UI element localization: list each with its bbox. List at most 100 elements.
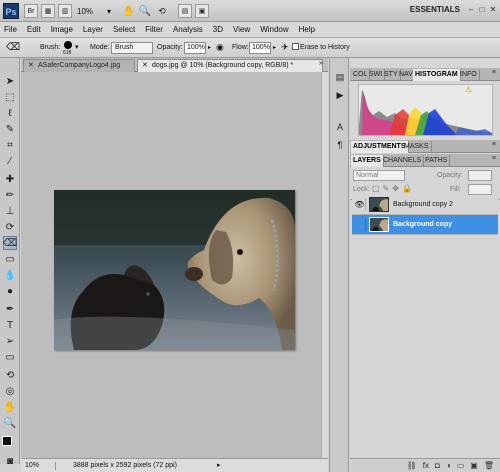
vertical-scrollbar[interactable]: [321, 72, 328, 458]
quick-mask-icon[interactable]: ◙: [3, 454, 17, 468]
type-tool-icon[interactable]: T: [3, 318, 17, 332]
status-zoom[interactable]: 10%: [25, 462, 39, 469]
menu-3d[interactable]: 3D: [213, 25, 223, 34]
document-image[interactable]: [54, 190, 295, 350]
history-panel-icon[interactable]: ▤: [333, 70, 347, 84]
tab-masks[interactable]: MASKS: [402, 141, 432, 153]
pen-tool-icon[interactable]: ✒: [3, 302, 17, 316]
tab-histogram[interactable]: HISTOGRAM: [413, 69, 461, 81]
tools-panel: ➤ ⬚ ℓ ✎ ⌗ ⁄ ✚ ✏ ⊥ ⟳ ⌫ ▭ 💧 ● ✒ T ➢ ▭ ⟲ ◎ …: [0, 58, 20, 467]
layer-row-selected[interactable]: Background copy: [352, 215, 498, 235]
airbrush-icon[interactable]: ✈: [281, 42, 289, 53]
tab-channels[interactable]: CHANNELS: [381, 155, 425, 167]
history-brush-tool-icon[interactable]: ⟳: [3, 220, 17, 234]
menu-image[interactable]: Image: [51, 25, 73, 34]
erase-history-label: Erase to History: [300, 44, 350, 51]
new-group-icon[interactable]: ▭: [457, 461, 465, 470]
brush-preview-icon[interactable]: [64, 41, 72, 49]
erase-history-checkbox[interactable]: [292, 43, 299, 50]
eraser-tool-icon[interactable]: ⌫: [3, 236, 17, 250]
move-tool-icon[interactable]: ➤: [3, 74, 17, 88]
hand-tool-icon[interactable]: ✋: [3, 400, 17, 414]
bridge-button[interactable]: Br: [24, 4, 38, 18]
status-menu-icon[interactable]: ▸: [217, 461, 221, 469]
layer-style-icon[interactable]: fx: [423, 461, 429, 470]
rotate-view-icon[interactable]: ⟲: [155, 4, 169, 18]
blend-mode-select[interactable]: Normal: [353, 170, 405, 181]
close-icon[interactable]: ✕: [28, 60, 34, 72]
paragraph-panel-icon[interactable]: ¶: [333, 138, 347, 152]
menu-file[interactable]: File: [4, 25, 17, 34]
new-layer-icon[interactable]: ▣: [470, 461, 478, 470]
menu-select[interactable]: Select: [113, 25, 135, 34]
character-panel-icon[interactable]: A: [333, 120, 347, 134]
3d-orbit-tool-icon[interactable]: ◎: [3, 384, 17, 398]
menu-filter[interactable]: Filter: [145, 25, 163, 34]
panel-menu-icon[interactable]: ≡: [492, 155, 496, 162]
zoom-level-select[interactable]: 10% ▾: [74, 4, 114, 18]
dodge-tool-icon[interactable]: ●: [3, 284, 17, 298]
tab-layers[interactable]: LAYERS: [351, 155, 384, 167]
visibility-toggle[interactable]: [354, 219, 366, 231]
zoom-tool-icon[interactable]: 🔍: [138, 4, 152, 18]
opacity-input[interactable]: 100%: [184, 42, 206, 54]
menu-analysis[interactable]: Analysis: [173, 25, 203, 34]
eyedropper-tool-icon[interactable]: ⁄: [3, 154, 17, 168]
more-tabs-icon[interactable]: »: [319, 60, 323, 67]
screen-mode-button[interactable]: ▣: [195, 4, 209, 18]
lasso-tool-icon[interactable]: ℓ: [3, 106, 17, 120]
panel-menu-icon[interactable]: ≡: [492, 69, 496, 76]
flow-input[interactable]: 100%: [249, 42, 271, 54]
workspace-switcher[interactable]: ESSENTIALS: [410, 5, 460, 14]
view-extras-button[interactable]: ▥: [58, 4, 72, 18]
zoom-tool-icon[interactable]: 🔍: [3, 416, 17, 430]
mode-select[interactable]: Brush: [111, 42, 153, 54]
chevron-right-icon[interactable]: ▸: [273, 44, 276, 51]
blur-tool-icon[interactable]: 💧: [3, 268, 17, 282]
add-mask-icon[interactable]: ◘: [435, 461, 440, 470]
tab-info[interactable]: INFO: [458, 69, 480, 81]
panel-menu-icon[interactable]: ≡: [492, 141, 496, 148]
quick-select-tool-icon[interactable]: ✎: [3, 122, 17, 136]
layer-row[interactable]: 👁 Background copy 2: [352, 195, 498, 215]
minimize-icon[interactable]: –: [466, 4, 476, 16]
3d-rotate-tool-icon[interactable]: ⟲: [3, 368, 17, 382]
eraser-preset-icon[interactable]: ⌫: [6, 42, 20, 53]
actions-panel-icon[interactable]: ▶: [333, 88, 347, 102]
close-icon[interactable]: ✕: [488, 4, 498, 16]
menu-view[interactable]: View: [233, 25, 250, 34]
healing-brush-tool-icon[interactable]: ✚: [3, 172, 17, 186]
menu-help[interactable]: Help: [299, 25, 315, 34]
document-tab-active[interactable]: ✕ dogs.jpg @ 10% (Background copy, RGB/8…: [137, 59, 323, 72]
gradient-tool-icon[interactable]: ▭: [3, 252, 17, 266]
adjustment-layer-icon[interactable]: ◑: [446, 461, 451, 470]
hand-tool-icon[interactable]: ✋: [122, 4, 136, 18]
close-icon[interactable]: ✕: [142, 60, 148, 72]
arrange-documents-button[interactable]: ▤: [178, 4, 192, 18]
foreground-color-swatch[interactable]: [2, 436, 12, 446]
delete-layer-icon[interactable]: 🗑: [484, 461, 494, 470]
menu-layer[interactable]: Layer: [83, 25, 103, 34]
path-selection-tool-icon[interactable]: ➢: [3, 334, 17, 348]
eye-icon[interactable]: 👁: [354, 199, 366, 211]
crop-tool-icon[interactable]: ⌗: [3, 138, 17, 152]
fill-input[interactable]: [468, 184, 492, 195]
menu-edit[interactable]: Edit: [27, 25, 41, 34]
shape-tool-icon[interactable]: ▭: [3, 350, 17, 364]
lock-icons[interactable]: ▢✎✥🔒: [372, 184, 415, 193]
chevron-right-icon[interactable]: ▸: [208, 44, 211, 51]
tab-adjustments[interactable]: ADJUSTMENTS: [351, 141, 409, 153]
brush-tool-icon[interactable]: ✏: [3, 188, 17, 202]
clone-stamp-tool-icon[interactable]: ⊥: [3, 204, 17, 218]
chevron-down-icon[interactable]: ▾: [75, 43, 79, 51]
layer-opacity-input[interactable]: [468, 170, 492, 181]
marquee-tool-icon[interactable]: ⬚: [3, 90, 17, 104]
pressure-opacity-icon[interactable]: ◉: [216, 42, 224, 53]
warning-icon[interactable]: ⚠: [465, 85, 472, 94]
tab-paths[interactable]: PATHS: [423, 155, 451, 167]
menu-window[interactable]: Window: [260, 25, 288, 34]
document-tab[interactable]: ✕ ASaferCompanyLogo4.jpg: [23, 59, 135, 72]
minibridge-button[interactable]: ▦: [41, 4, 55, 18]
maximize-icon[interactable]: □: [477, 4, 487, 16]
link-layers-icon[interactable]: ⛓: [407, 461, 417, 470]
